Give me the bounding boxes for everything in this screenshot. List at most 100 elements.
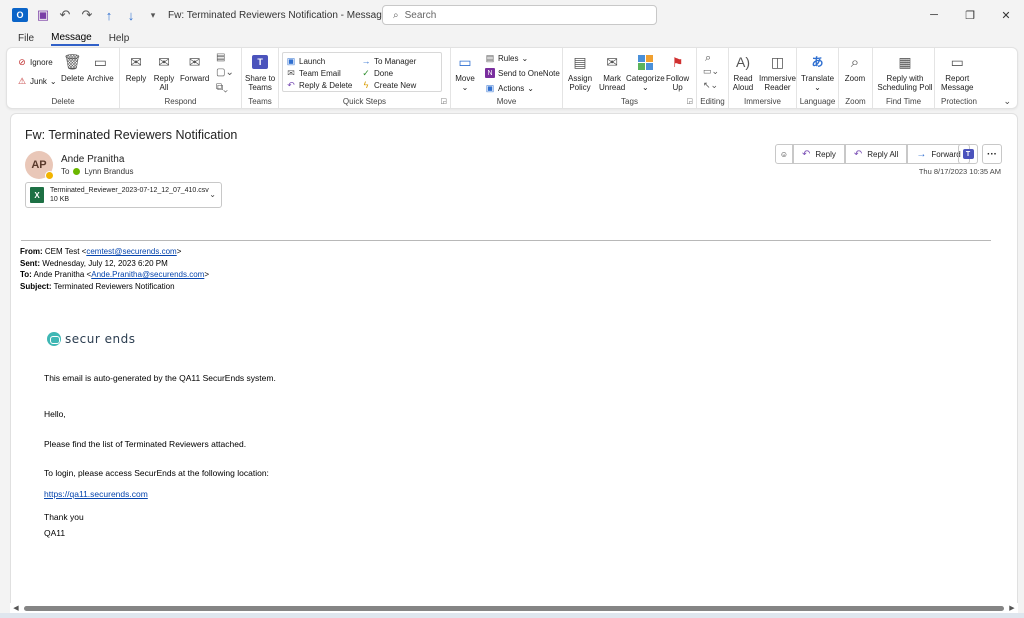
categorize-button[interactable]: Categorize ⌄ (626, 52, 665, 92)
magnifier-icon: ⌕ (850, 53, 860, 71)
subject-header-value: Terminated Reviewers Notification (53, 281, 175, 291)
assign-policy-button[interactable]: ▤ Assign Policy (568, 52, 592, 93)
report-message-button[interactable]: ▭ Report Message (941, 52, 973, 93)
ribbon-collapse-icon[interactable]: ⌄ (1003, 96, 1011, 107)
more-actions-button[interactable]: ··· (982, 144, 1002, 164)
chevron-down-icon[interactable]: ⌄ (209, 190, 216, 199)
tab-file[interactable]: File (18, 33, 41, 46)
login-instructions: To login, please access SecurEnds at the… (44, 468, 269, 478)
tab-help[interactable]: Help (109, 33, 137, 46)
categorize-icon (634, 52, 656, 72)
meeting-reply-icon[interactable]: ▤ (216, 52, 225, 63)
junk-button[interactable]: ⚠ Junk ⌄ (17, 76, 57, 86)
previous-item-icon[interactable]: ↑ (102, 8, 116, 23)
more-respond-icon[interactable]: ⧉⌄ (216, 82, 228, 93)
select-icon[interactable]: ↖⌄ (703, 80, 718, 91)
create-new-label: Create New (374, 80, 417, 90)
zoom-button[interactable]: ⌕ Zoom (844, 52, 866, 84)
teams-chat-button[interactable]: T (958, 144, 978, 164)
quick-step-create-new[interactable]: ϟ Create New (361, 80, 417, 90)
ribbon-group-tags: ▤ Assign Policy ✉ Mark Unread Categorize… (563, 48, 697, 108)
group-label-respond: Respond (164, 97, 197, 106)
im-reply-icon[interactable]: ▢⌄ (216, 67, 234, 78)
quick-step-team-email[interactable]: ✉ Team Email (286, 68, 341, 78)
restore-button[interactable]: ❐ (952, 0, 988, 30)
undo-icon[interactable]: ↶ (58, 7, 72, 22)
horizontal-scrollbar[interactable]: ◀ ▶ (10, 603, 1018, 613)
forward-button[interactable]: ✉ Forward (180, 52, 209, 84)
ignore-button[interactable]: ⊘ Ignore (17, 57, 52, 67)
archive-button[interactable]: ▭ Archive (87, 52, 114, 84)
login-link[interactable]: https://qa11.securends.com (44, 489, 148, 499)
save-icon[interactable]: ▣ (36, 7, 50, 22)
immersive-reader-icon: ◫ (770, 53, 785, 70)
send-to-onenote-button[interactable]: N Send to OneNote (485, 68, 560, 78)
securends-logo: secur ends (47, 332, 135, 346)
delete-button[interactable]: 🗑 Delete (61, 52, 84, 84)
attachment-card[interactable]: X Terminated_Reviewer_2023-07-12_12_07_4… (25, 182, 222, 208)
close-button[interactable]: ✕ (988, 0, 1024, 30)
chevron-down-icon: ⌄ (527, 83, 534, 93)
mark-label-2: Unread (599, 83, 626, 92)
junk-label: Junk (30, 76, 47, 86)
quick-steps-gallery: ▣ Launch → To Manager ✉ Team Email ✓ Don… (282, 52, 442, 92)
message-subject: Fw: Terminated Reviewers Notification (25, 128, 238, 142)
search-input[interactable]: ⌕ Search (382, 5, 657, 25)
attachment-name: Terminated_Reviewer_2023-07-12_12_07_410… (50, 187, 209, 194)
reply-action-button[interactable]: ↶ Reply (793, 144, 845, 164)
junk-icon: ⚠ (17, 75, 27, 86)
minimize-button[interactable]: ─ (916, 0, 952, 30)
to-header-label: To: (20, 270, 32, 279)
sender-name[interactable]: Ande Pranitha (61, 154, 124, 165)
scheduling-poll-button[interactable]: ▦ Reply with Scheduling Poll (877, 52, 933, 93)
logo-text: secur ends (65, 332, 136, 346)
ribbon-group-zoom: ⌕ Zoom Zoom (839, 48, 873, 108)
assign-label-2: Policy (569, 83, 591, 92)
read-aloud-button[interactable]: A) Read Aloud (732, 52, 754, 93)
mark-unread-button[interactable]: ✉ Mark Unread (599, 52, 626, 93)
to-email-link[interactable]: Ande.Pranitha@securends.com (91, 270, 204, 279)
next-item-icon[interactable]: ↓ (124, 8, 138, 23)
redo-icon[interactable]: ↷ (80, 7, 94, 22)
reply-action-label: Reply (815, 149, 836, 159)
translate-button[interactable]: あ Translate ⌄ (801, 52, 834, 93)
from-email-link[interactable]: cemtest@securends.com (86, 247, 176, 256)
launch-label: Launch (299, 56, 326, 66)
scroll-right-icon[interactable]: ▶ (1006, 604, 1018, 612)
actions-button[interactable]: ▣ Actions ⌄ (485, 83, 534, 93)
quick-step-reply-delete[interactable]: ↶ Reply & Delete (286, 80, 352, 90)
find-icon[interactable]: ⌕ (705, 52, 711, 65)
customize-toolbar-icon[interactable]: ▾ (146, 8, 160, 22)
immersive-reader-button[interactable]: ◫ Immersive Reader (759, 52, 796, 93)
emoji-reaction-button[interactable]: ☺ (775, 144, 793, 164)
presence-available-icon (73, 168, 81, 175)
quick-step-done[interactable]: ✓ Done (361, 68, 393, 78)
quick-step-to-manager[interactable]: → To Manager (361, 56, 417, 66)
reply-button[interactable]: ✉ Reply (125, 52, 147, 84)
reply-label: Reply (125, 74, 147, 83)
scrollbar-thumb[interactable] (24, 605, 1004, 611)
group-label-editing: Editing (700, 97, 725, 106)
to-label: To (61, 167, 70, 176)
recipient-name[interactable]: Lynn Brandus (84, 167, 133, 176)
reply-all-action-button[interactable]: ↶ Reply All (844, 144, 908, 164)
smiley-icon: ☺ (779, 149, 789, 159)
rules-button[interactable]: ▤ Rules ⌄ (485, 53, 528, 63)
scroll-left-icon[interactable]: ◀ (10, 604, 22, 612)
related-icon[interactable]: ▭⌄ (703, 66, 719, 77)
tab-message[interactable]: Message (51, 32, 99, 46)
share-to-teams-button[interactable]: T Share to Teams (245, 52, 275, 92)
follow-up-button[interactable]: ⚑ Follow Up (666, 52, 689, 93)
reply-all-label-2: All (159, 83, 169, 92)
group-label-move: Move (496, 97, 517, 106)
group-label-immersive: Immersive (744, 97, 781, 106)
ribbon: ⊘ Ignore ⚠ Junk ⌄ 🗑 Delete ▭ Archive Del… (6, 47, 1018, 109)
teams-icon: T (249, 52, 271, 72)
quick-step-launch[interactable]: ▣ Launch (286, 56, 326, 66)
reply-all-button[interactable]: ✉ Reply All (153, 52, 175, 93)
move-button[interactable]: ▭ Move ⌄ (454, 52, 476, 93)
categorize-label: Categorize (626, 74, 665, 83)
group-label-delete: Delete (51, 97, 75, 106)
group-label-quick-steps: Quick Steps (342, 97, 387, 106)
group-label-tags: Tags (621, 97, 638, 106)
